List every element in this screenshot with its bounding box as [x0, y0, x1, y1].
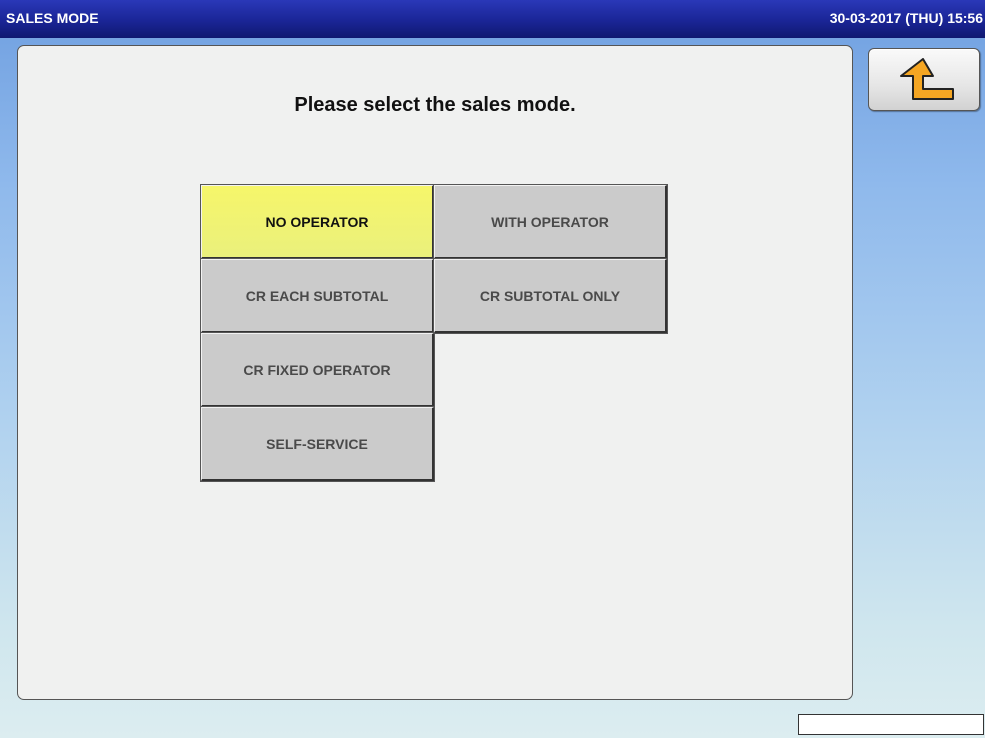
no-operator-button[interactable]: NO OPERATOR	[200, 184, 435, 260]
self-service-label: SELF-SERVICE	[266, 435, 368, 452]
self-service-button[interactable]: SELF-SERVICE	[200, 406, 435, 482]
no-operator-label: NO OPERATOR	[265, 213, 369, 230]
cr-fixed-operator-label: CR FIXED OPERATOR	[243, 361, 391, 378]
cr-subtotal-only-button[interactable]: CR SUBTOTAL ONLY	[433, 258, 668, 334]
date-time-display: 30-03-2017 (THU) 15:56	[829, 10, 983, 26]
cr-each-subtotal-label: CR EACH SUBTOTAL	[245, 287, 389, 304]
with-operator-button[interactable]: WITH OPERATOR	[433, 184, 668, 260]
return-arrow-icon	[900, 58, 954, 100]
cr-fixed-operator-button[interactable]: CR FIXED OPERATOR	[200, 332, 435, 408]
with-operator-label: WITH OPERATOR	[491, 213, 609, 230]
cr-each-subtotal-button[interactable]: CR EACH SUBTOTAL	[200, 258, 435, 334]
status-field	[798, 714, 984, 735]
screen-title: SALES MODE	[6, 10, 99, 26]
page-prompt: Please select the sales mode.	[294, 94, 576, 116]
back-button[interactable]	[868, 48, 980, 111]
main-panel: Please select the sales mode. NO OPERATO…	[17, 45, 853, 700]
title-bar: SALES MODE 30-03-2017 (THU) 15:56	[0, 0, 985, 38]
cr-subtotal-only-label: CR SUBTOTAL ONLY	[479, 287, 621, 304]
